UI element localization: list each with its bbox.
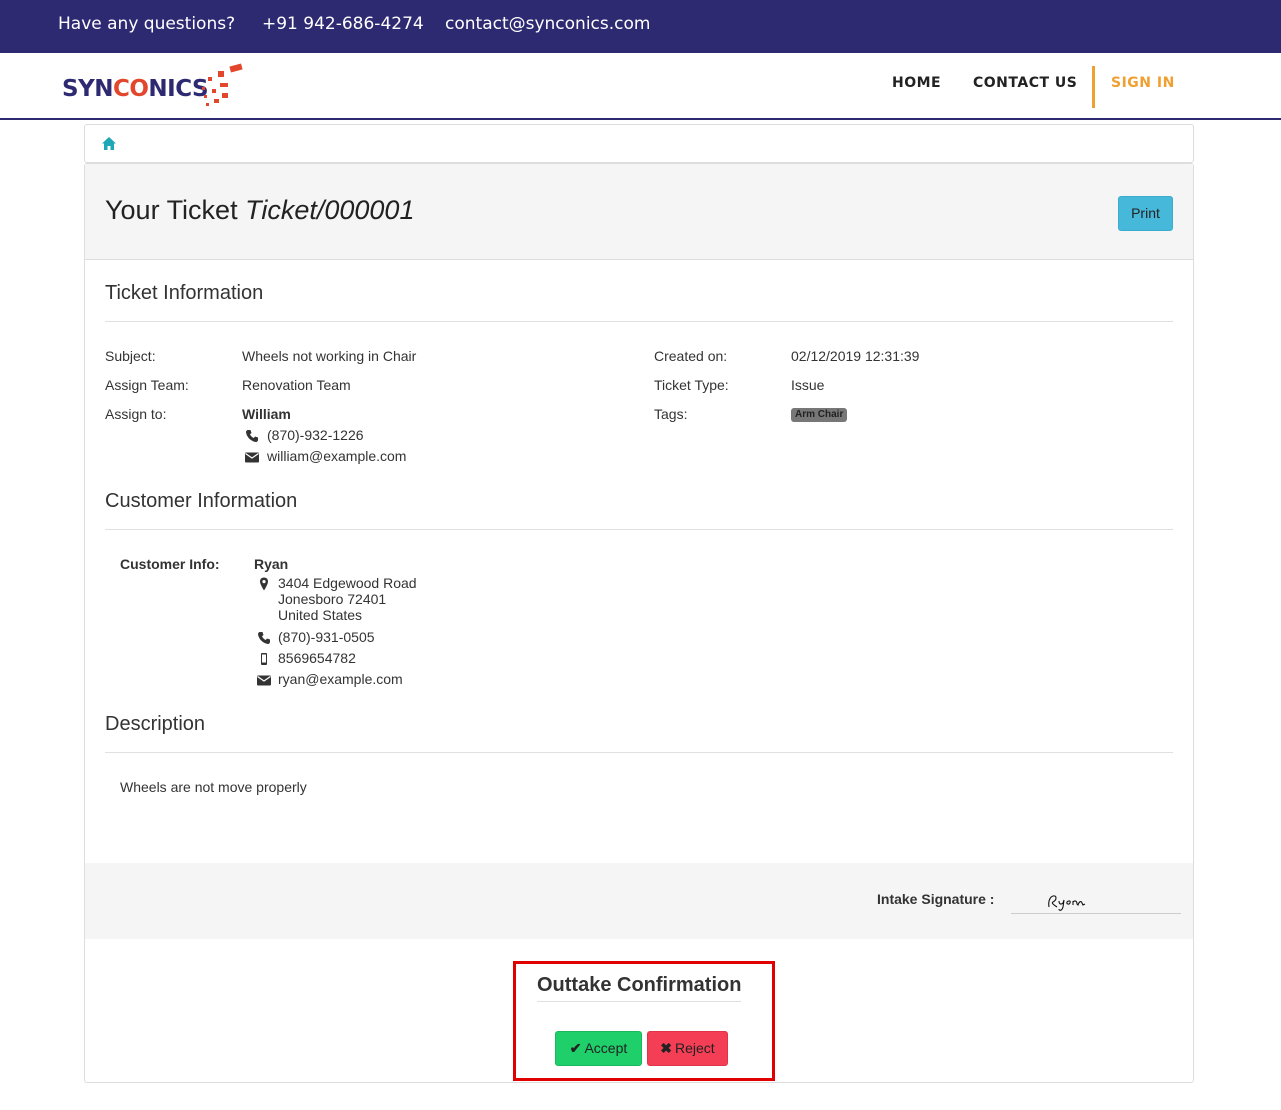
customer-info-label: Customer Info: <box>120 556 220 572</box>
home-icon[interactable] <box>102 137 116 150</box>
customer-city: Jonesboro 72401 <box>278 591 387 607</box>
description-text: Wheels are not move properly <box>120 779 307 795</box>
contact-email[interactable]: contact@synconics.com <box>445 14 650 34</box>
logo-wordmark: SYNCONICS <box>62 76 209 102</box>
ticket-panel: Your Ticket Ticket/000001 Print Ticket I… <box>84 163 1194 1083</box>
phone-icon <box>258 632 270 644</box>
intake-signature-image <box>1048 895 1086 911</box>
created-value: 02/12/2019 12:31:39 <box>791 348 920 364</box>
check-icon: ✔ <box>569 1040 582 1056</box>
contact-phone[interactable]: +91 942-686-4274 <box>262 14 424 34</box>
mobile-icon <box>261 653 267 665</box>
assignee-email[interactable]: william@example.com <box>267 448 406 464</box>
outtake-confirmation-title: Outtake Confirmation <box>537 974 742 996</box>
synconics-logo[interactable]: SYNCONICS <box>62 63 252 113</box>
customer-info-heading: Customer Information <box>105 490 298 512</box>
close-icon: ✖ <box>660 1040 673 1056</box>
logo-dots-icon <box>202 63 243 106</box>
intake-signature-label: Intake Signature : <box>877 891 995 907</box>
signature-section: Intake Signature : <box>85 863 1193 939</box>
customer-country: United States <box>278 607 363 623</box>
nav-home[interactable]: HOME <box>892 75 941 91</box>
ticket-type-label: Ticket Type: <box>654 377 729 393</box>
ticket-id: Ticket/000001 <box>245 195 415 225</box>
assign-team-value: Renovation Team <box>242 377 351 393</box>
nav-divider <box>1092 66 1095 108</box>
reject-label: Reject <box>675 1040 715 1056</box>
assign-team-label: Assign Team: <box>105 377 189 393</box>
divider <box>105 321 1173 322</box>
tag-badge: Arm Chair <box>791 408 848 422</box>
breadcrumb <box>84 124 1194 163</box>
nav-contact-us[interactable]: CONTACT US <box>973 75 1077 91</box>
envelope-icon <box>245 452 259 463</box>
subject-value: Wheels not working in Chair <box>242 348 417 364</box>
outtake-confirmation-box: Outtake Confirmation ✔ Accept ✖ Reject <box>513 961 775 1081</box>
page-title: Your Ticket Ticket/000001 <box>105 195 415 225</box>
navbar: SYNCONICS HOME CONTACT US SIGN IN <box>0 53 1281 120</box>
reject-button[interactable]: ✖ Reject <box>647 1031 728 1066</box>
map-marker-icon <box>260 577 268 591</box>
created-label: Created on: <box>654 348 728 364</box>
print-button[interactable]: Print <box>1118 196 1173 231</box>
assignee-phone: (870)-932-1226 <box>267 427 364 443</box>
assignee-name: William <box>242 406 291 422</box>
customer-phone: (870)-931-0505 <box>278 629 375 645</box>
customer-email[interactable]: ryan@example.com <box>278 671 403 687</box>
customer-mobile: 8569654782 <box>278 650 356 666</box>
nav-sign-in[interactable]: SIGN IN <box>1111 75 1175 91</box>
subject-label: Subject: <box>105 348 156 364</box>
assign-to-label: Assign to: <box>105 406 167 422</box>
ticket-header: Your Ticket Ticket/000001 Print <box>85 164 1193 260</box>
phone-icon <box>246 430 258 442</box>
divider <box>537 1001 741 1002</box>
divider <box>105 752 1173 753</box>
divider <box>105 529 1173 530</box>
envelope-icon <box>257 675 271 686</box>
accept-label: Accept <box>584 1040 628 1056</box>
customer-name: Ryan <box>254 556 289 572</box>
tags-label: Tags: <box>654 406 688 422</box>
top-contact-bar: Have any questions? +91 942-686-4274 con… <box>0 0 1281 53</box>
accept-button[interactable]: ✔ Accept <box>555 1031 642 1066</box>
description-heading: Description <box>105 713 206 735</box>
signature-line <box>1011 913 1181 914</box>
customer-street: 3404 Edgewood Road <box>278 575 417 591</box>
ticket-info-heading: Ticket Information <box>105 282 264 304</box>
questions-text: Have any questions? <box>58 14 236 34</box>
ticket-type-value: Issue <box>791 377 825 393</box>
